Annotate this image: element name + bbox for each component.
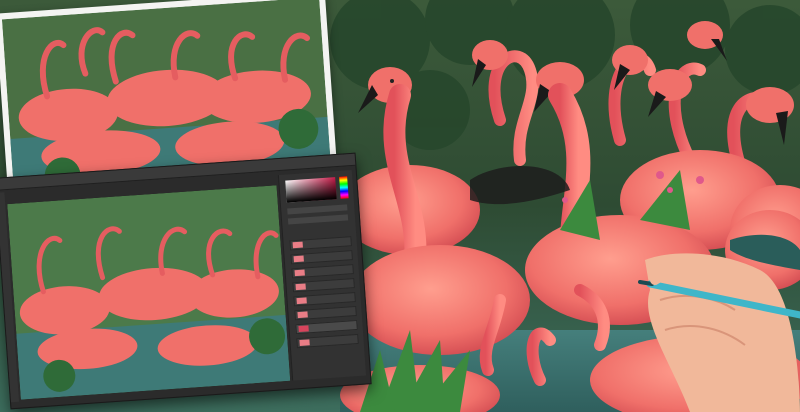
editor-canvas-image [7, 185, 291, 400]
layer-item[interactable] [294, 305, 357, 321]
layer-item[interactable] [290, 250, 353, 265]
flamingo-collage-scene [0, 0, 800, 412]
panel-control[interactable] [287, 204, 348, 215]
hue-slider[interactable] [339, 176, 349, 199]
editor-canvas[interactable] [7, 185, 291, 400]
panel-control[interactable] [287, 214, 349, 225]
layer-item[interactable] [296, 333, 359, 349]
image-editor-window[interactable] [0, 152, 372, 410]
layer-item-active[interactable] [295, 319, 358, 335]
layer-item[interactable] [291, 264, 354, 279]
layer-item[interactable] [289, 236, 352, 251]
editor-side-panel [277, 169, 367, 381]
layer-item[interactable] [293, 292, 356, 307]
color-picker[interactable] [285, 177, 337, 203]
layer-item[interactable] [292, 278, 355, 293]
